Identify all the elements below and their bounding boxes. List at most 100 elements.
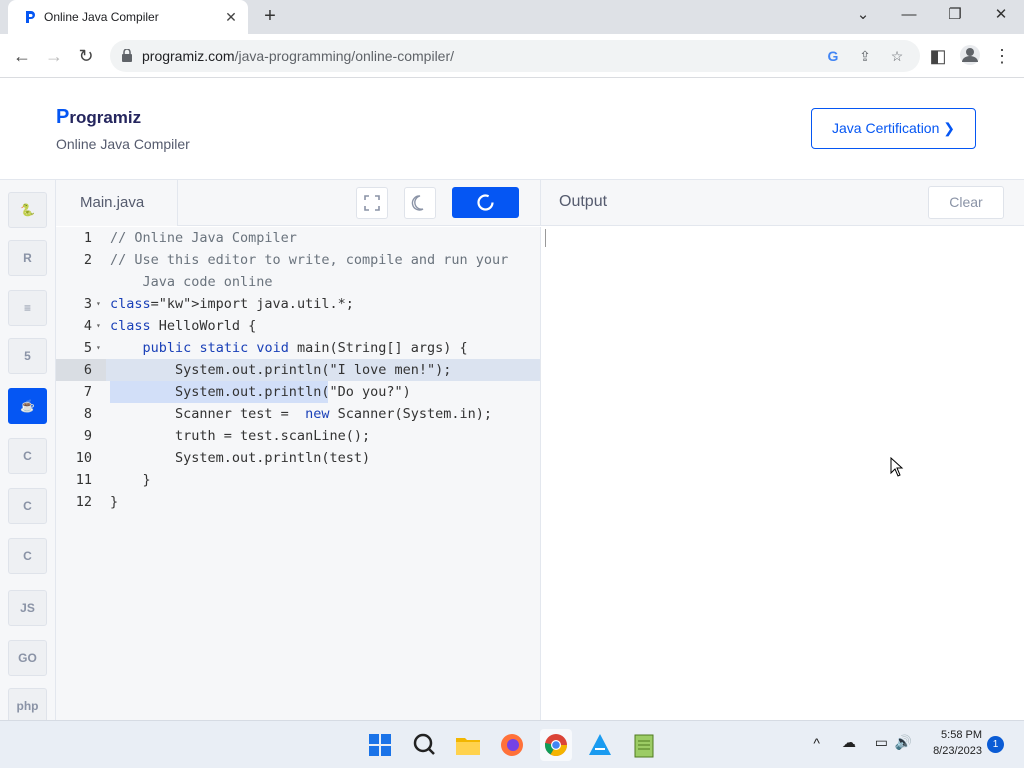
js-icon[interactable]: JS bbox=[8, 590, 47, 626]
volume-icon[interactable]: 🔊 bbox=[890, 734, 912, 751]
code-line[interactable]: 7 System.out.println("Do you?") bbox=[56, 381, 540, 403]
share-icon[interactable]: ⇪ bbox=[856, 47, 874, 65]
chrome-menu-icon[interactable]: ⋮ bbox=[988, 42, 1016, 70]
code-line[interactable]: 2 // Use this editor to write, compile an… bbox=[56, 249, 540, 271]
notification-badge[interactable]: 1 bbox=[987, 736, 1004, 753]
lock-icon bbox=[122, 49, 132, 62]
language-sidebar: 🐍 R ≡ 5 ☕ C C C JS GO php bbox=[0, 180, 56, 724]
clock-time[interactable]: 5:58 PM bbox=[920, 729, 982, 741]
new-tab-button[interactable]: + bbox=[258, 5, 282, 29]
fullscreen-icon bbox=[364, 195, 380, 211]
browser-toolbar: ← → ↻ programiz.com/java-programming/onl… bbox=[0, 34, 1024, 78]
java-certification-button[interactable]: Java Certification ❯ bbox=[811, 108, 976, 149]
code-text: System.out.println("Do you?") bbox=[110, 384, 411, 400]
network-icon[interactable]: ▭ bbox=[866, 734, 888, 751]
fold-arrow-icon[interactable]: ▾ bbox=[96, 315, 101, 337]
code-text: System.out.println(test) bbox=[110, 450, 371, 466]
side-panel-icon[interactable]: ◧ bbox=[924, 42, 952, 70]
loading-spinner-icon bbox=[477, 194, 494, 211]
forward-button[interactable]: → bbox=[40, 42, 68, 70]
chrome-icon[interactable] bbox=[540, 729, 572, 761]
tray-overflow-icon[interactable]: ^ bbox=[800, 735, 820, 751]
address-bar[interactable]: programiz.com/java-programming/online-co… bbox=[110, 40, 920, 72]
editor-header: Main.java bbox=[56, 180, 540, 226]
browser-tabstrip: Online Java Compiler ✕ + ⌄ — ❐ ✕ bbox=[0, 0, 1024, 34]
app-store-icon[interactable] bbox=[584, 729, 616, 761]
code-text: public static void main(String[] args) { bbox=[142, 340, 468, 356]
r-icon[interactable]: R bbox=[8, 240, 47, 276]
onedrive-icon[interactable]: ☁ bbox=[834, 734, 856, 751]
windows-taskbar: ^ ☁ ▭ 🔊 5:58 PM 8/23/2023 bbox=[0, 720, 1024, 768]
clear-button[interactable]: Clear bbox=[928, 186, 1004, 219]
output-header: Output Clear bbox=[540, 180, 1024, 226]
cpp-icon[interactable]: C bbox=[8, 488, 47, 524]
code-line[interactable]: 4 ▾ class HelloWorld { bbox=[56, 315, 540, 337]
run-button[interactable] bbox=[452, 187, 519, 218]
bookmark-star-icon[interactable]: ☆ bbox=[888, 47, 906, 65]
line-number: 12 bbox=[75, 494, 92, 510]
line-number: 1 bbox=[83, 230, 92, 246]
line-number: 10 bbox=[75, 450, 92, 466]
code-line[interactable]: 10 System.out.println(test) bbox=[56, 447, 540, 469]
sql-icon[interactable]: ≡ bbox=[8, 290, 47, 326]
code-editor[interactable]: 1 // Online Java Compiler 2 // Use this edi… bbox=[56, 227, 540, 720]
search-icon[interactable] bbox=[408, 729, 440, 761]
notepad-icon[interactable] bbox=[628, 729, 660, 761]
programiz-logo[interactable]: Programiz bbox=[56, 106, 141, 129]
c-icon[interactable]: C bbox=[8, 438, 47, 474]
code-text: class="kw">import java.util.*; bbox=[110, 296, 354, 312]
line-number: 11 bbox=[75, 472, 92, 488]
site-header: Programiz Online Java Compiler Java Cert… bbox=[0, 78, 1024, 180]
programiz-favicon-icon bbox=[26, 11, 35, 23]
browser-tab[interactable]: Online Java Compiler ✕ bbox=[8, 0, 248, 34]
google-icon[interactable]: G bbox=[824, 47, 842, 65]
mouse-pointer-icon bbox=[890, 457, 904, 477]
output-panel[interactable] bbox=[540, 227, 1024, 720]
code-text: // Online Java Compiler bbox=[110, 230, 297, 246]
code-text: // Use this editor to write, compile and… bbox=[110, 252, 509, 268]
code-line[interactable]: 5 ▾ public static void main(String[] args… bbox=[56, 337, 540, 359]
clock-date[interactable]: 8/23/2023 bbox=[920, 745, 982, 757]
output-cursor bbox=[545, 229, 546, 247]
html-icon[interactable]: 5 bbox=[8, 338, 47, 374]
file-explorer-icon[interactable] bbox=[452, 729, 484, 761]
python-icon[interactable]: 🐍 bbox=[8, 192, 47, 228]
code-text: truth = test.scanLine(); bbox=[110, 428, 371, 444]
code-line[interactable]: 9 truth = test.scanLine(); bbox=[56, 425, 540, 447]
page-subtitle: Online Java Compiler bbox=[56, 136, 190, 152]
line-number: 8 bbox=[83, 406, 92, 422]
fold-arrow-icon[interactable]: ▾ bbox=[96, 337, 101, 359]
close-window-button[interactable]: ✕ bbox=[986, 4, 1016, 28]
go-icon[interactable]: GO bbox=[8, 640, 47, 676]
php-icon[interactable]: php bbox=[8, 688, 47, 724]
file-tab-main-java[interactable]: Main.java bbox=[56, 180, 178, 226]
code-line[interactable]: 11 } bbox=[56, 469, 540, 491]
code-line[interactable]: 3 ▾ class="kw">import java.util.*; bbox=[56, 293, 540, 315]
code-line[interactable]: 6 System.out.println("I love men!"); bbox=[56, 359, 540, 381]
line-number: 9 bbox=[83, 428, 92, 444]
code-text: Java code online bbox=[110, 274, 273, 290]
code-line[interactable]: 12} bbox=[56, 491, 540, 513]
line-number: 2 bbox=[83, 252, 92, 268]
line-number: 6 bbox=[56, 359, 106, 381]
back-button[interactable]: ← bbox=[8, 42, 36, 70]
windows-start-icon[interactable] bbox=[364, 729, 396, 761]
code-line[interactable]: 1 // Online Java Compiler bbox=[56, 227, 540, 249]
csharp-icon[interactable]: C bbox=[8, 538, 47, 574]
java-icon[interactable]: ☕ bbox=[8, 388, 47, 424]
code-line[interactable]: Java code online bbox=[56, 271, 540, 293]
reload-button[interactable]: ↻ bbox=[72, 42, 100, 70]
code-line[interactable]: 8 Scanner test = new Scanner(System.in); bbox=[56, 403, 540, 425]
minimize-button[interactable]: — bbox=[894, 4, 924, 28]
profile-avatar[interactable] bbox=[956, 41, 984, 69]
dark-mode-button[interactable] bbox=[404, 187, 436, 219]
fold-arrow-icon[interactable]: ▾ bbox=[96, 293, 101, 315]
tab-close-icon[interactable]: ✕ bbox=[222, 8, 240, 26]
tab-search-icon[interactable]: ⌄ bbox=[848, 4, 878, 28]
code-text: class HelloWorld { bbox=[110, 318, 257, 334]
code-text: } bbox=[110, 494, 119, 510]
fullscreen-button[interactable] bbox=[356, 187, 388, 219]
firefox-icon[interactable] bbox=[496, 729, 528, 761]
restore-button[interactable]: ❐ bbox=[940, 4, 970, 28]
moon-icon bbox=[411, 195, 424, 211]
